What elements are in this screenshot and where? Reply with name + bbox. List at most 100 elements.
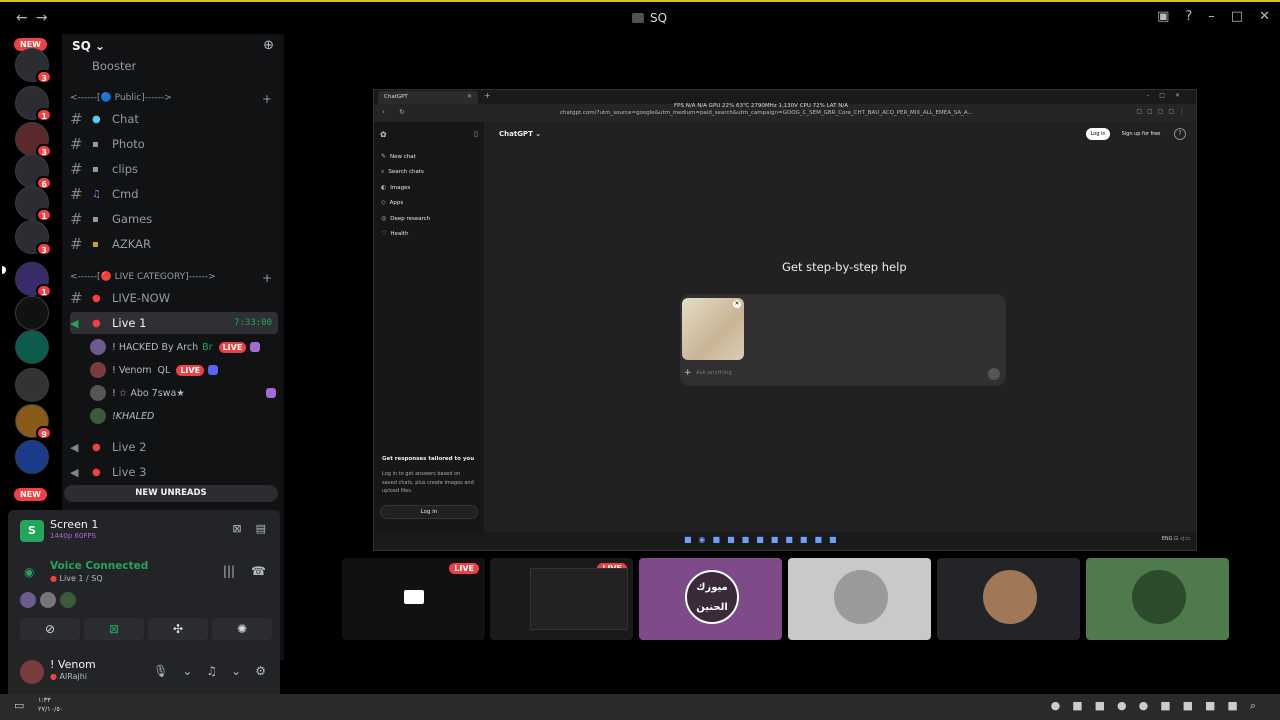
remove-attachment-icon[interactable]: ✕ — [733, 300, 741, 308]
voice-channel-live-2[interactable]: ◀ ● Live 2 — [70, 436, 278, 458]
server-icon[interactable] — [15, 296, 49, 330]
sidebar-item-apps[interactable]: ◇ Apps — [381, 199, 403, 206]
taskbar-app-icons[interactable]: ■◉■■■■■■■■■ — [684, 535, 844, 544]
apps-icon: ◇ — [381, 199, 386, 206]
stop-stream-icon[interactable]: ⊠ — [232, 522, 241, 535]
server-icon[interactable] — [15, 440, 49, 474]
activity-icon — [208, 365, 219, 375]
minimize-icon[interactable]: – — [1208, 9, 1215, 24]
avatar — [90, 339, 106, 355]
sidebar-item-images[interactable]: ◐ Images — [381, 184, 410, 191]
server-icon[interactable]: 1 — [15, 86, 52, 122]
sidebar-item-deep-research[interactable]: ◎ Deep research — [381, 215, 430, 222]
stream-tile[interactable]: LIVE — [490, 558, 633, 640]
channel-clips[interactable]: # ▪ clips — [70, 158, 278, 180]
screen-share-button[interactable]: ⊠ — [84, 618, 144, 640]
monitor-icon — [404, 590, 424, 604]
voice-channel-live-3[interactable]: ◀ ● Live 3 — [70, 461, 278, 483]
voice-status[interactable]: Voice Connected — [50, 560, 148, 572]
model-selector[interactable]: ChatGPT ⌄ — [499, 130, 541, 138]
microphone-icon[interactable]: 🎙︎ — [153, 664, 168, 678]
participant-tile[interactable] — [788, 558, 931, 640]
taskbar-app-icons[interactable]: ●■■●●■■■■⌕ — [1051, 699, 1268, 713]
add-attachment-icon[interactable]: + — [684, 368, 692, 378]
inbox-icon[interactable]: ▣ — [1157, 9, 1169, 24]
voice-user[interactable]: !KHALED — [90, 405, 276, 427]
new-tab-icon[interactable]: + — [484, 91, 491, 100]
add-member-icon[interactable]: ⊕ — [263, 38, 274, 53]
add-channel-icon[interactable]: + — [262, 271, 272, 285]
chevron-down-icon[interactable]: ⌄ — [231, 664, 241, 678]
avatar[interactable] — [20, 660, 44, 684]
guild-name[interactable]: SQ ⌄ — [72, 39, 105, 53]
clock[interactable]: ١:٣٣ ٢٧/١٠/٥٠ — [38, 696, 63, 714]
gear-icon[interactable]: ⚙ — [255, 664, 266, 678]
server-icon[interactable]: 3 — [15, 48, 52, 84]
activities-button[interactable]: ✣ — [148, 618, 208, 640]
add-channel-icon[interactable]: + — [262, 92, 272, 106]
voice-channel-live-1[interactable]: ◀ ● Live 1 7:33:00 — [70, 312, 278, 334]
channel-booster[interactable]: Booster — [70, 56, 278, 76]
participant-tile[interactable] — [937, 558, 1080, 640]
participant-tile[interactable] — [1086, 558, 1229, 640]
server-icon[interactable]: 6 — [15, 154, 52, 190]
sidebar-item-health[interactable]: ♡ Health — [381, 230, 408, 237]
channel-chat[interactable]: # ● Chat — [70, 108, 278, 130]
chevron-down-icon[interactable]: ⌄ — [182, 664, 192, 678]
help-icon[interactable]: ? — [1185, 9, 1192, 24]
close-icon[interactable]: ✕ — [1259, 9, 1270, 24]
login-button[interactable]: Log in — [1086, 128, 1110, 140]
username[interactable]: ! Venom — [50, 658, 96, 671]
channel-photo[interactable]: # ▪ Photo — [70, 133, 278, 155]
voice-user[interactable]: ! ☆ Abo 7swa★ — [90, 382, 276, 404]
sidebar-item-search[interactable]: ⌕ Search chats — [381, 168, 424, 176]
headphones-icon[interactable]: ♫ — [206, 664, 217, 678]
signup-button[interactable]: Sign up for free — [1116, 128, 1166, 140]
extension-icons[interactable]: ▢▢▢▢⋮ — [1136, 108, 1190, 115]
noise-suppression-icon[interactable]: ||| — [223, 564, 235, 578]
send-button[interactable] — [988, 368, 1000, 380]
openai-logo-icon[interactable]: ✿ — [380, 130, 387, 139]
server-icon[interactable]: 9 — [15, 404, 52, 440]
server-icon[interactable]: 1 — [15, 262, 52, 298]
back-reload-icons[interactable]: ‹ ↻ — [382, 108, 411, 116]
search-icon: ⌕ — [381, 168, 385, 175]
server-icon[interactable] — [15, 330, 49, 364]
prompt-input[interactable] — [696, 370, 956, 376]
window-controls[interactable]: –□✕ — [1146, 92, 1190, 99]
server-icon[interactable]: 3 — [15, 220, 52, 256]
voice-user[interactable]: ! HACKED By Arch Br LIVE — [90, 336, 276, 358]
page-heading: Get step-by-step help — [782, 260, 907, 274]
channel-azkar[interactable]: # ▪ AZKAR — [70, 233, 278, 255]
server-icon[interactable] — [15, 368, 49, 402]
voice-user[interactable]: ! Venom QL LIVE — [90, 359, 276, 381]
channel-cmd[interactable]: # ♫ Cmd — [70, 183, 278, 205]
sidebar-login-button[interactable]: Log in — [380, 505, 478, 519]
new-unreads-button[interactable]: NEW UNREADS — [64, 485, 278, 502]
browser-tab[interactable]: ChatGPT ✕ — [378, 91, 478, 104]
new-pill[interactable]: NEW — [14, 488, 47, 501]
tray-left-icons[interactable]: ▭ — [14, 699, 34, 712]
sidebar-toggle-icon[interactable]: ▯ — [474, 130, 478, 138]
nav-arrows[interactable]: ←→ — [16, 10, 55, 26]
title-bar: ←→ SQ ▣ ? – □ ✕ — [0, 0, 1280, 34]
category-public[interactable]: <------[🔵 Public]------> — [70, 93, 172, 103]
help-icon[interactable]: ? — [1174, 128, 1186, 140]
participant-tile[interactable]: ميوزك الحنين — [639, 558, 782, 640]
category-live[interactable]: <------[🔴 LIVE CATEGORY]------> — [70, 272, 216, 282]
server-icon[interactable]: 1 — [15, 186, 52, 222]
channel-games[interactable]: # ▪ Games — [70, 208, 278, 230]
live-badge: LIVE — [449, 563, 479, 574]
camera-off-button[interactable]: ⊘ — [20, 618, 80, 640]
close-tab-icon[interactable]: ✕ — [467, 93, 472, 100]
stream-settings-icon[interactable]: ▤ — [256, 522, 266, 535]
stream-tile[interactable]: LIVE — [342, 558, 485, 640]
clapper-icon: ▪ — [92, 163, 99, 175]
maximize-icon[interactable]: □ — [1231, 9, 1243, 24]
channel-live-now[interactable]: # ● LIVE-NOW — [70, 287, 278, 309]
sidebar-item-new-chat[interactable]: ✎ New chat — [381, 153, 416, 160]
server-icon[interactable]: 3 — [15, 122, 52, 158]
soundboard-button[interactable]: ✺ — [212, 618, 272, 640]
avatar — [40, 592, 56, 608]
disconnect-icon[interactable]: ☎ — [251, 564, 266, 578]
